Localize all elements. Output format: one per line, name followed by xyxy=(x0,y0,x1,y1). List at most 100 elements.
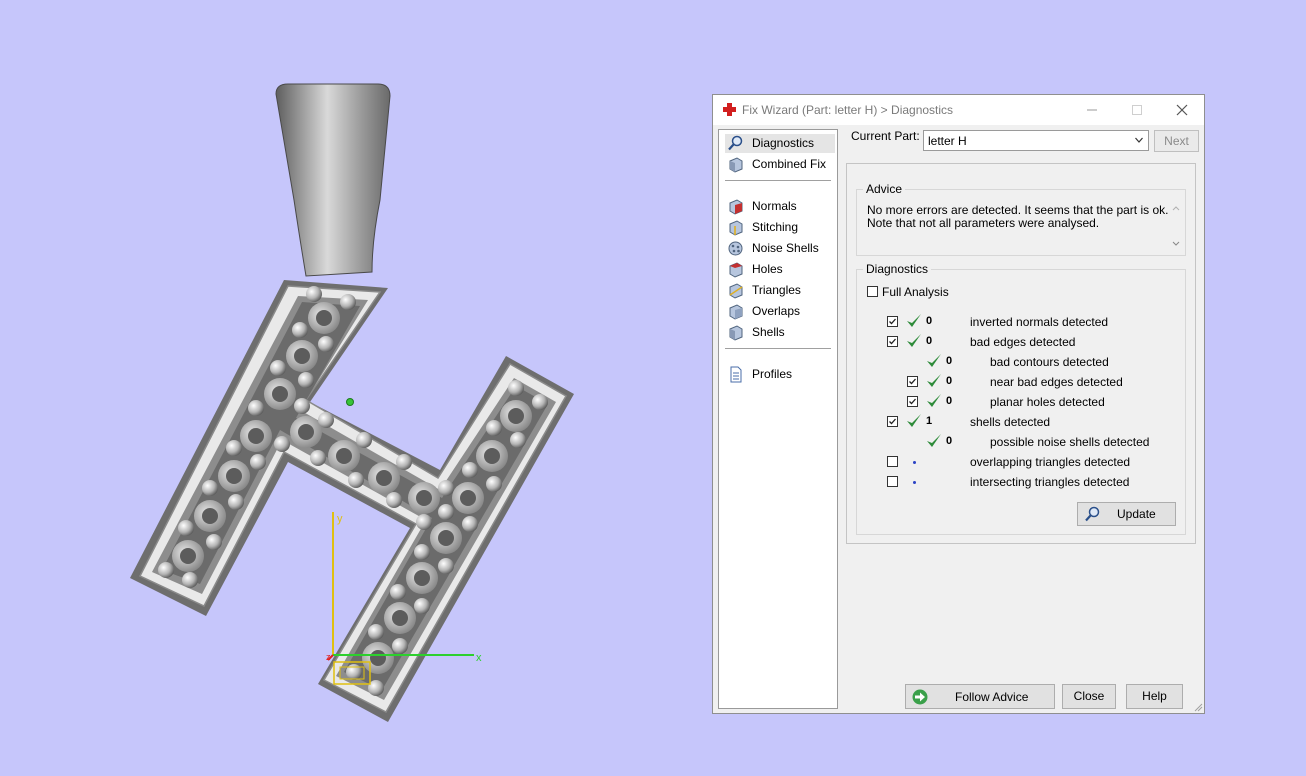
nav-label: Diagnostics xyxy=(752,136,815,150)
help-button[interactable]: Help xyxy=(1126,684,1183,709)
advice-group: Advice No more errors are detected. It s… xyxy=(856,182,1186,256)
nav-item-diagnostics[interactable]: Diagnostics xyxy=(725,134,835,153)
document-icon xyxy=(730,366,742,383)
update-button[interactable]: Update xyxy=(1077,502,1176,526)
current-part-select[interactable]: letter H xyxy=(923,130,1149,151)
magnifier-icon xyxy=(728,135,743,151)
magnifier-icon xyxy=(1085,506,1100,522)
nav-item-normals[interactable]: Normals xyxy=(725,197,835,216)
close-icon xyxy=(1176,104,1187,116)
overlapping-label: overlapping triangles detected xyxy=(970,455,1131,469)
check-ok-icon xyxy=(907,414,921,427)
check-ok-icon xyxy=(907,314,921,327)
not-analysed-dot xyxy=(913,461,916,464)
triangles-cube-icon xyxy=(729,283,743,299)
red-cross-icon xyxy=(723,103,736,116)
check-ok-icon xyxy=(927,374,941,387)
current-part-value: letter H xyxy=(928,134,967,148)
part-render: y x z xyxy=(130,83,574,722)
normals-cube-icon xyxy=(729,199,743,215)
bad-edges-checkbox[interactable] xyxy=(887,336,898,347)
update-label: Update xyxy=(1117,507,1156,521)
shells-cube-icon xyxy=(729,325,743,341)
nav-item-triangles[interactable]: Triangles xyxy=(725,281,835,300)
next-button[interactable]: Next xyxy=(1154,130,1199,152)
bad-edges-label: bad edges detected xyxy=(970,335,1076,349)
nav-item-overlaps[interactable]: Overlaps xyxy=(725,302,835,321)
noise-shells-icon xyxy=(728,241,743,256)
full-analysis-checkbox[interactable] xyxy=(867,286,878,297)
maximize-button[interactable] xyxy=(1114,95,1159,125)
close-button[interactable]: Close xyxy=(1062,684,1116,709)
shells-count: 1 xyxy=(926,415,933,427)
advice-scrollbar[interactable] xyxy=(1169,203,1183,249)
advice-text-box: No more errors are detected. It seems th… xyxy=(867,200,1183,250)
planar-holes-checkbox[interactable] xyxy=(907,396,918,407)
3d-viewport[interactable]: y x z xyxy=(0,0,700,776)
nav-label: Overlaps xyxy=(752,304,801,318)
nav-item-stitching[interactable]: Stitching xyxy=(725,218,835,237)
intersecting-label: intersecting triangles detected xyxy=(970,475,1130,489)
nav-label: Normals xyxy=(752,199,797,213)
planar-holes-count: 0 xyxy=(946,395,953,407)
arrow-right-icon xyxy=(912,689,928,705)
nav-item-combined-fix[interactable]: Combined Fix xyxy=(725,155,835,174)
near-bad-edges-count: 0 xyxy=(946,375,953,387)
check-ok-icon xyxy=(927,354,941,367)
nav-item-profiles[interactable]: Profiles xyxy=(725,365,835,384)
chevron-down-icon xyxy=(1135,137,1143,143)
scroll-down-icon xyxy=(1172,241,1180,246)
near-bad-edges-checkbox[interactable] xyxy=(907,376,918,387)
minimize-icon xyxy=(1086,109,1097,111)
nav-label: Shells xyxy=(752,325,785,339)
pivot-marker xyxy=(346,398,354,406)
follow-advice-label: Follow Advice xyxy=(955,690,1029,704)
planar-holes-label: planar holes detected xyxy=(990,395,1105,409)
nav-divider xyxy=(725,180,831,181)
intersecting-checkbox[interactable] xyxy=(887,476,898,487)
axis-x-label: x xyxy=(476,652,482,664)
shells-checkbox[interactable] xyxy=(887,416,898,427)
inverted-normals-checkbox[interactable] xyxy=(887,316,898,327)
minimize-button[interactable] xyxy=(1069,95,1114,125)
axis-y-label: y xyxy=(337,513,343,525)
noise-shells-label: possible noise shells detected xyxy=(990,435,1150,449)
nav-divider xyxy=(725,348,831,349)
overlapping-checkbox[interactable] xyxy=(887,456,898,467)
bad-contours-count: 0 xyxy=(946,355,953,367)
nav-label: Combined Fix xyxy=(752,157,827,171)
shells-label: shells detected xyxy=(970,415,1051,429)
check-ok-icon xyxy=(927,394,941,407)
diagnostics-group: Diagnostics Full Analysis 0 inverted nor… xyxy=(856,262,1186,535)
holes-cube-icon xyxy=(729,262,743,278)
advice-line-2: Note that not all parameters were analys… xyxy=(867,216,1100,230)
dialog-title: Fix Wizard (Part: letter H) > Diagnostic… xyxy=(742,103,954,117)
inverted-normals-label: inverted normals detected xyxy=(970,315,1109,329)
check-ok-icon xyxy=(907,334,921,347)
advice-line-1: No more errors are detected. It seems th… xyxy=(867,203,1169,217)
near-bad-edges-label: near bad edges detected xyxy=(990,375,1123,389)
advice-title: Advice xyxy=(863,182,906,196)
nav-item-shells[interactable]: Shells xyxy=(725,323,835,342)
wizard-nav-panel: Diagnostics Combined Fix Normals Stitchi… xyxy=(718,129,838,709)
maximize-icon xyxy=(1131,105,1142,115)
bad-contours-label: bad contours detected xyxy=(990,355,1109,369)
inverted-normals-count: 0 xyxy=(926,315,933,327)
resize-grip-icon[interactable] xyxy=(1193,702,1203,712)
diagnostics-page: Advice No more errors are detected. It s… xyxy=(846,163,1196,544)
cube-icon xyxy=(729,157,743,173)
follow-advice-button[interactable]: Follow Advice xyxy=(905,684,1055,709)
nav-label: Triangles xyxy=(752,283,801,297)
nav-label: Stitching xyxy=(752,220,799,234)
nav-item-holes[interactable]: Holes xyxy=(725,260,835,279)
stitching-cube-icon xyxy=(729,220,743,236)
not-analysed-dot xyxy=(913,481,916,484)
bad-edges-count: 0 xyxy=(926,335,933,347)
nav-item-noise-shells[interactable]: Noise Shells xyxy=(725,239,835,258)
axis-z-label: z xyxy=(326,652,331,662)
bail-loop xyxy=(275,83,391,277)
diagnostics-title: Diagnostics xyxy=(863,262,932,276)
close-window-button[interactable] xyxy=(1159,95,1204,125)
current-part-label: Current Part: xyxy=(851,129,920,143)
title-bar: Fix Wizard (Part: letter H) > Diagnostic… xyxy=(713,95,1204,125)
